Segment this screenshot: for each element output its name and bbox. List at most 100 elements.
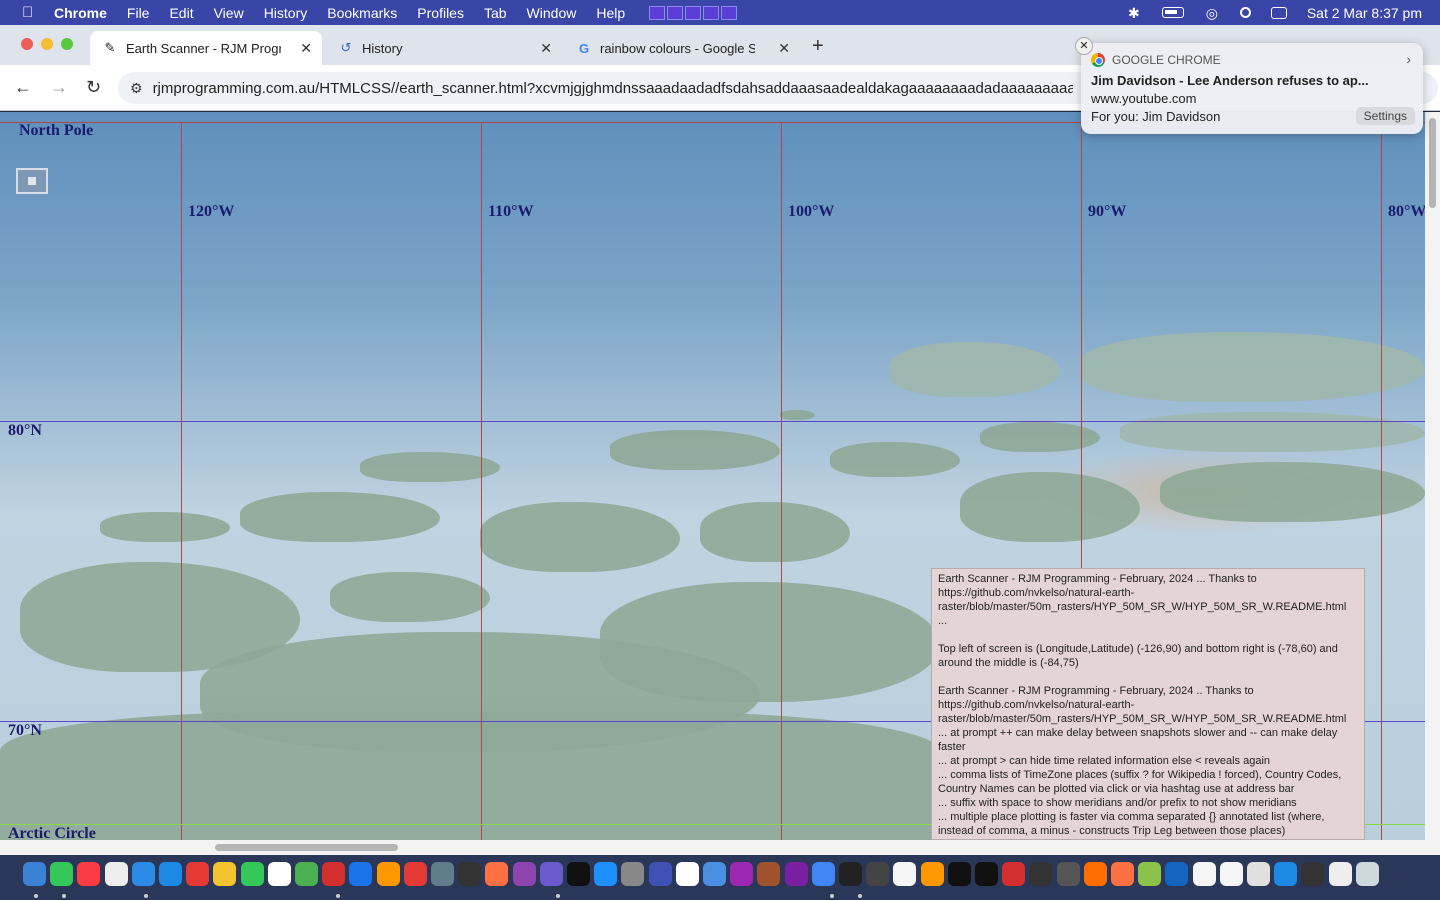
menu-view[interactable]: View bbox=[214, 5, 244, 21]
menu-history[interactable]: History bbox=[264, 5, 308, 21]
dock-app-icon[interactable] bbox=[431, 862, 454, 886]
close-window-button[interactable] bbox=[21, 38, 33, 50]
dock-app-icon[interactable] bbox=[757, 862, 780, 886]
dock-app-icon[interactable] bbox=[866, 862, 889, 886]
dock-app-icon[interactable] bbox=[1329, 862, 1352, 886]
dock-app-icon[interactable] bbox=[1057, 862, 1080, 886]
chrome-notification[interactable]: ✕ GOOGLE CHROME › Jim Davidson - Lee And… bbox=[1075, 37, 1423, 134]
dock-app-icon[interactable] bbox=[1165, 862, 1188, 886]
chevron-right-icon[interactable]: › bbox=[1406, 51, 1411, 67]
dock-app-icon[interactable] bbox=[594, 862, 617, 886]
dock-app-icon[interactable] bbox=[1138, 862, 1161, 886]
menu-window[interactable]: Window bbox=[527, 5, 577, 21]
dock-app-icon[interactable] bbox=[540, 862, 563, 886]
dock-app-icon[interactable] bbox=[377, 862, 400, 886]
url-text[interactable]: rjmprogramming.com.au/HTMLCSS//earth_sca… bbox=[153, 80, 1073, 97]
zoom-window-button[interactable] bbox=[61, 38, 73, 50]
info-line-meridians: ... suffix with space to show meridians … bbox=[938, 797, 1297, 809]
forward-icon[interactable]: → bbox=[50, 77, 68, 98]
dock-app-icon[interactable] bbox=[649, 862, 672, 886]
dock-app-icon[interactable] bbox=[23, 862, 46, 886]
tab-close-icon[interactable]: ✕ bbox=[540, 40, 552, 57]
dock-app-icon[interactable] bbox=[105, 862, 128, 886]
dock-app-icon[interactable] bbox=[77, 862, 100, 886]
reload-icon[interactable]: ↻ bbox=[86, 77, 101, 98]
menu-help[interactable]: Help bbox=[596, 5, 625, 21]
dock-app-icon[interactable] bbox=[513, 862, 536, 886]
notification-settings-button[interactable]: Settings bbox=[1355, 107, 1415, 125]
dock-app-icon[interactable] bbox=[676, 862, 699, 886]
dock-app-icon[interactable] bbox=[404, 862, 427, 886]
menu-tab[interactable]: Tab bbox=[484, 5, 507, 21]
tab-rainbow-colours[interactable]: G rainbow colours - Google Search ✕ bbox=[564, 31, 800, 65]
dock-app-icon[interactable] bbox=[1247, 862, 1270, 886]
dock-app-icon[interactable] bbox=[812, 862, 835, 886]
dock-app-icon[interactable] bbox=[975, 862, 998, 886]
dock-app-icon[interactable] bbox=[50, 862, 73, 886]
dock-app-icon[interactable] bbox=[1029, 862, 1052, 886]
dock-app-icon[interactable] bbox=[567, 862, 590, 886]
wifi-icon[interactable]: ◎ bbox=[1204, 6, 1220, 20]
dock-app-icon[interactable] bbox=[921, 862, 944, 886]
earth-scanner-map[interactable]: North Pole 120°W 110°W 100°W 90°W 80°W 8… bbox=[0, 112, 1425, 840]
dock-app-icon[interactable] bbox=[1301, 862, 1324, 886]
dock-app-icon[interactable] bbox=[1002, 862, 1025, 886]
land-mass bbox=[0, 712, 940, 840]
minimize-window-button[interactable] bbox=[41, 38, 53, 50]
vertical-scrollbar[interactable] bbox=[1425, 112, 1440, 855]
new-tab-icon[interactable]: + bbox=[812, 35, 824, 58]
horizontal-scroll-thumb[interactable] bbox=[215, 844, 398, 851]
dock-app-icon[interactable] bbox=[948, 862, 971, 886]
dock-app-icon[interactable] bbox=[1111, 862, 1134, 886]
dock-app-icon[interactable] bbox=[1356, 862, 1379, 886]
dock-app-icon[interactable] bbox=[213, 862, 236, 886]
tab-history[interactable]: ↺ History ✕ bbox=[326, 31, 562, 65]
spotlight-search-icon[interactable] bbox=[1239, 7, 1251, 18]
dock-app-icon[interactable] bbox=[839, 862, 862, 886]
info-para-credits: Earth Scanner - RJM Programming - Februa… bbox=[938, 573, 1347, 627]
menu-file[interactable]: File bbox=[127, 5, 150, 21]
menu-bookmarks[interactable]: Bookmarks bbox=[327, 5, 397, 21]
dock-app-icon[interactable] bbox=[322, 862, 345, 886]
dock-app-icon[interactable] bbox=[785, 862, 808, 886]
dock-app-icon[interactable] bbox=[132, 862, 155, 886]
notification-close-icon[interactable]: ✕ bbox=[1075, 37, 1093, 55]
land-mass bbox=[360, 452, 500, 482]
dock-app-icon[interactable] bbox=[159, 862, 182, 886]
tab-earth-scanner[interactable]: ✎ Earth Scanner - RJM Programming ✕ bbox=[90, 31, 322, 65]
dock-app-icon[interactable] bbox=[295, 862, 318, 886]
dock-app-icon[interactable] bbox=[268, 862, 291, 886]
dock-app-icon[interactable] bbox=[621, 862, 644, 886]
land-mass bbox=[830, 442, 960, 477]
land-mass bbox=[100, 512, 230, 542]
horizontal-scrollbar[interactable] bbox=[0, 840, 1425, 855]
menu-profiles[interactable]: Profiles bbox=[417, 5, 464, 21]
land-mass bbox=[700, 502, 850, 562]
menu-edit[interactable]: Edit bbox=[169, 5, 193, 21]
dock-app-icon[interactable] bbox=[485, 862, 508, 886]
earth-scanner-favicon: ✎ bbox=[104, 40, 116, 55]
dock-app-icon[interactable] bbox=[730, 862, 753, 886]
dock-app-icon[interactable] bbox=[1220, 862, 1243, 886]
snapshot-thumbnail[interactable] bbox=[16, 168, 48, 194]
tab-close-icon[interactable]: ✕ bbox=[300, 40, 312, 57]
dock-app-icon[interactable] bbox=[349, 862, 372, 886]
bluetooth-icon[interactable]: ✱ bbox=[1126, 6, 1142, 20]
dock-app-icon[interactable] bbox=[1193, 862, 1216, 886]
dock-app-icon[interactable] bbox=[186, 862, 209, 886]
dock-app-icon[interactable] bbox=[458, 862, 481, 886]
menu-clock[interactable]: Sat 2 Mar 8:37 pm bbox=[1307, 5, 1422, 21]
site-settings-icon[interactable]: ⚙ bbox=[130, 80, 143, 97]
control-center-icon[interactable] bbox=[1270, 6, 1287, 19]
dock-app-icon[interactable] bbox=[241, 862, 264, 886]
battery-icon[interactable] bbox=[1161, 7, 1184, 18]
vertical-scroll-thumb[interactable] bbox=[1429, 118, 1436, 208]
apple-menu-icon[interactable]:  bbox=[22, 4, 40, 21]
menu-app-chrome[interactable]: Chrome bbox=[54, 5, 107, 21]
tab-close-icon[interactable]: ✕ bbox=[778, 40, 790, 57]
dock-app-icon[interactable] bbox=[703, 862, 726, 886]
dock-app-icon[interactable] bbox=[1084, 862, 1107, 886]
dock-app-icon[interactable] bbox=[1274, 862, 1297, 886]
dock-app-icon[interactable] bbox=[893, 862, 916, 886]
back-icon[interactable]: ← bbox=[14, 77, 32, 98]
